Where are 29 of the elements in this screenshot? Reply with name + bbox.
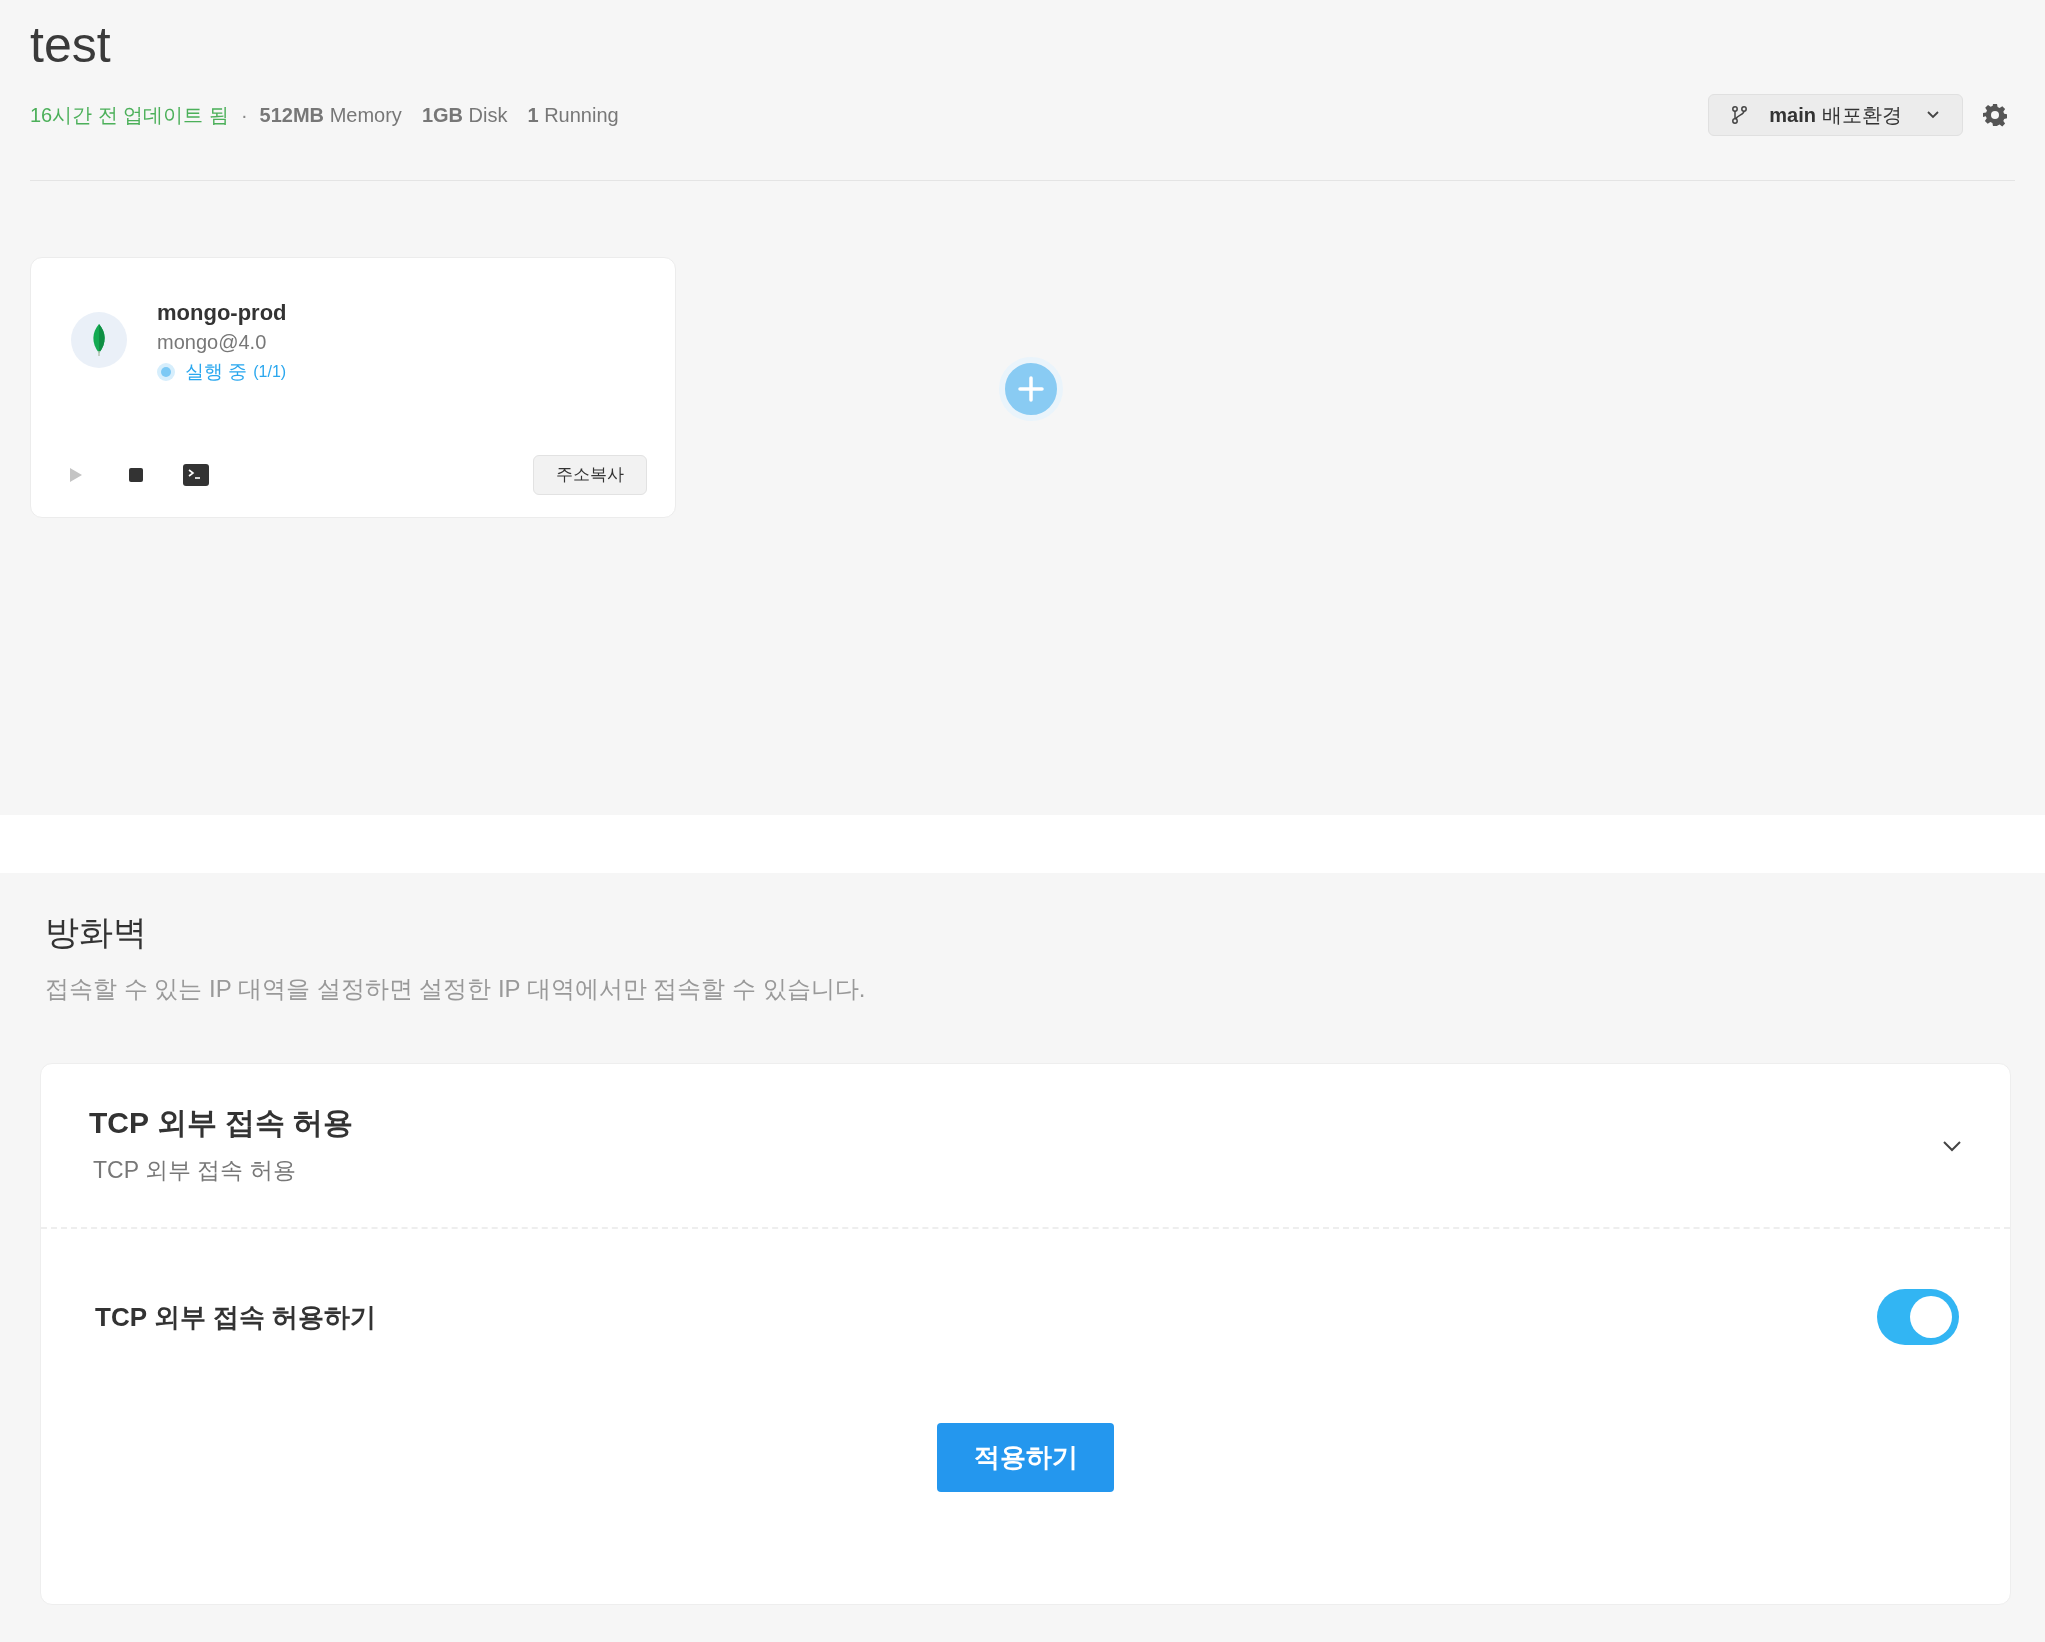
settings-icon[interactable]	[1983, 103, 2007, 127]
project-title: test	[30, 16, 111, 75]
service-card[interactable]: mongo-prod mongo@4.0 실행 중 (1/1) 주소복사	[30, 257, 676, 518]
section-title: 방화벽	[45, 912, 147, 953]
play-icon	[69, 467, 83, 483]
plus-icon	[1018, 376, 1044, 402]
separator-dot: ·	[240, 103, 248, 128]
service-name: mongo-prod	[157, 299, 287, 327]
terminal-icon	[183, 464, 209, 486]
environment-label: 배포환경	[1822, 103, 1902, 128]
branch-icon	[1731, 105, 1748, 125]
copy-address-button[interactable]: 주소복사	[533, 455, 647, 495]
resource-stat: 1 Running	[527, 103, 619, 128]
status-text: 실행 중	[185, 360, 248, 384]
toggle-switch[interactable]	[1877, 1289, 1959, 1345]
chevron-down-icon	[1926, 110, 1940, 120]
service-image: mongo@4.0	[157, 330, 268, 355]
environment-selector[interactable]: main 배포환경	[1708, 94, 1963, 136]
status-count: (1/1)	[253, 362, 287, 383]
panel-title: TCP 외부 접속 허용	[89, 1105, 354, 1142]
stop-icon	[128, 467, 144, 483]
updated-time: 16시간 전 업데이트 됨	[30, 103, 229, 128]
branch-name: main	[1769, 103, 1816, 128]
resource-stat: 512MB Memory	[259, 103, 402, 128]
option-label: TCP 외부 접속 허용하기	[95, 1300, 377, 1334]
panel-subtitle: TCP 외부 접속 허용	[93, 1156, 297, 1186]
resource-stat: 1GB Disk	[421, 103, 508, 128]
section-description: 접속할 수 있는 IP 대역을 설정하면 설정한 IP 대역에서만 접속할 수 있습니다.	[45, 974, 866, 1004]
chevron-down-icon[interactable]	[1942, 1139, 1962, 1152]
